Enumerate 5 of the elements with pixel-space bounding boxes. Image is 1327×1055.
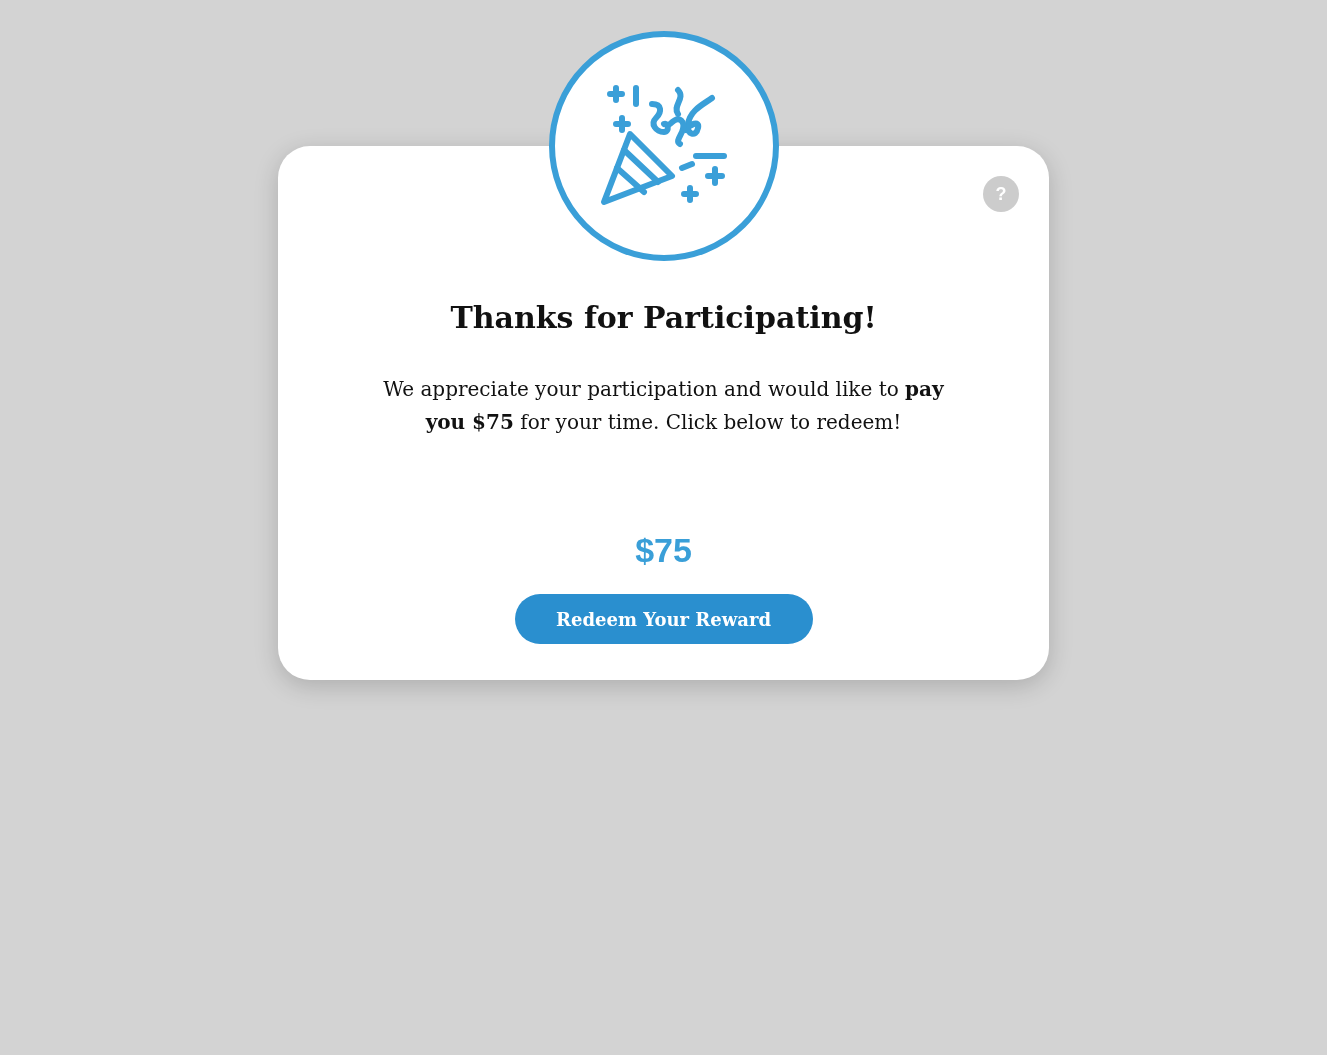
title: Thanks for Participating! — [450, 300, 877, 335]
message-text: We appreciate your participation and would like to pay you $75 for your time. Click below to redeem! — [382, 376, 945, 436]
party-popper-icon — [599, 84, 728, 208]
reward-amount: $75 — [635, 531, 692, 570]
redeem-button[interactable]: Redeem Your Reward — [514, 594, 813, 644]
